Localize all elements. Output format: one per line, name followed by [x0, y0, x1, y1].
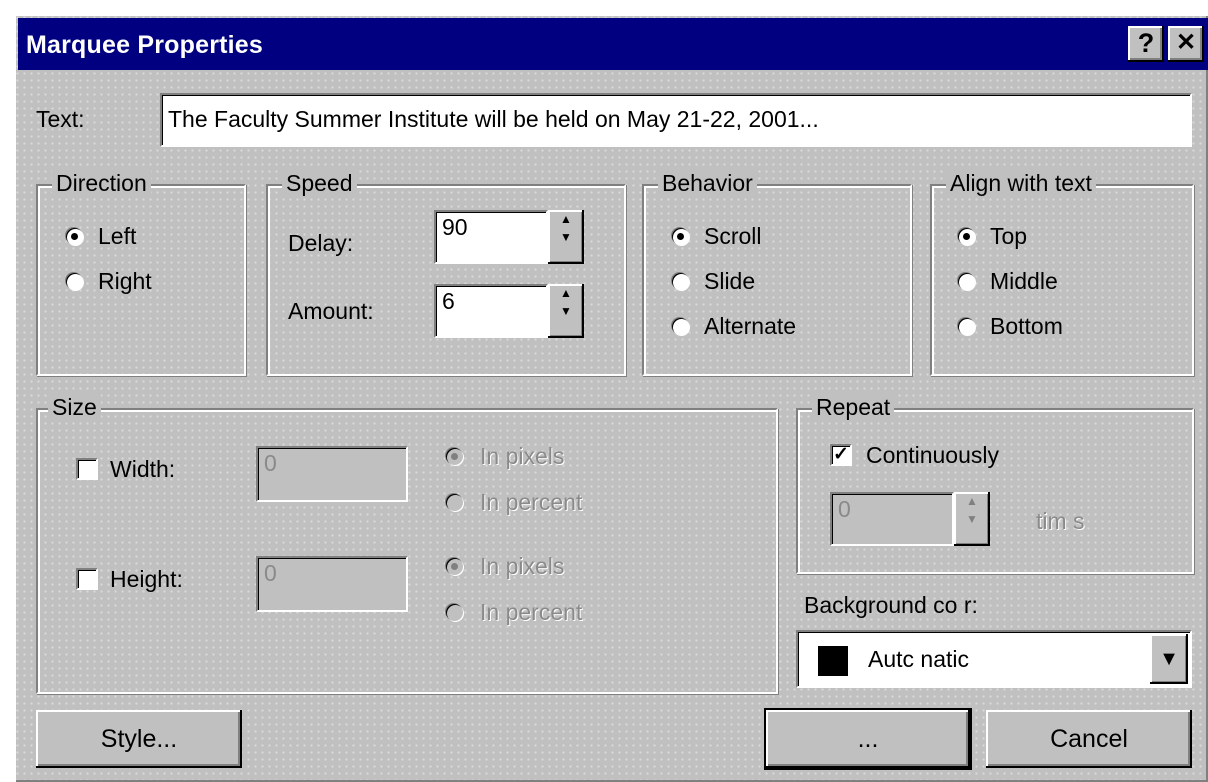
close-icon: ✕	[1175, 29, 1197, 56]
direction-legend: Direction	[52, 170, 151, 197]
align-top-label[interactable]: Top	[990, 223, 1027, 250]
size-legend: Size	[48, 394, 101, 421]
height-label[interactable]: Height:	[110, 566, 183, 593]
times-label: tim s	[1036, 508, 1085, 534]
repeat-group: Repeat	[796, 394, 1194, 574]
align-bottom-label[interactable]: Bottom	[990, 313, 1063, 340]
repeat-times-input[interactable]: 0	[830, 492, 954, 546]
behavior-slide-radio[interactable]	[672, 273, 689, 290]
spin-down-icon[interactable]: ▼	[548, 228, 584, 246]
help-icon: ?	[1137, 28, 1155, 58]
spin-up-icon[interactable]: ▲	[548, 210, 584, 228]
spin-down-icon[interactable]: ▼	[954, 510, 990, 528]
behavior-slide-label[interactable]: Slide	[704, 268, 755, 295]
speed-legend: Speed	[282, 170, 357, 197]
delay-spinner[interactable]: ▲ ▼	[548, 210, 584, 264]
width-percent-radio[interactable]	[446, 494, 463, 511]
continuously-checkbox[interactable]: ✓	[830, 444, 852, 466]
chevron-down-icon[interactable]: ▼	[1150, 634, 1188, 684]
align-top-radio[interactable]	[958, 228, 975, 245]
direction-left-label[interactable]: Left	[98, 223, 136, 250]
align-middle-radio[interactable]	[958, 273, 975, 290]
delay-label: Delay:	[288, 230, 354, 256]
background-color-label: Background co r:	[804, 592, 978, 618]
amount-label: Amount:	[288, 298, 374, 324]
spin-up-icon[interactable]: ▲	[548, 284, 584, 302]
spin-up-icon[interactable]: ▲	[954, 492, 990, 510]
height-percent-radio[interactable]	[446, 604, 463, 621]
marquee-text-input[interactable]: The Faculty Summer Institute will be hel…	[160, 93, 1192, 147]
behavior-alternate-label[interactable]: Alternate	[704, 313, 796, 340]
style-button[interactable]: Style...	[36, 710, 242, 768]
width-pixels-label[interactable]: In pixels	[480, 443, 564, 470]
behavior-scroll-label[interactable]: Scroll	[704, 223, 762, 250]
background-color-value: Autc natic	[868, 646, 969, 672]
width-checkbox[interactable]	[76, 458, 98, 480]
height-checkbox[interactable]	[76, 568, 98, 590]
repeat-times-spinner[interactable]: ▲ ▼	[954, 492, 990, 546]
height-pixels-label[interactable]: In pixels	[480, 553, 564, 580]
marquee-properties-dialog: Marquee Properties ? ✕ Text: The Faculty…	[14, 14, 1208, 782]
width-label[interactable]: Width:	[110, 456, 175, 483]
repeat-legend: Repeat	[812, 394, 895, 421]
width-pixels-radio[interactable]	[446, 448, 463, 465]
help-button[interactable]: ?	[1128, 26, 1164, 62]
amount-input[interactable]: 6	[434, 284, 548, 338]
behavior-alternate-radio[interactable]	[672, 318, 689, 335]
spin-down-icon[interactable]: ▼	[548, 302, 584, 320]
background-color-select[interactable]: Autc natic ▼	[796, 630, 1192, 688]
title-bar[interactable]: Marquee Properties ? ✕	[18, 18, 1208, 70]
align-middle-label[interactable]: Middle	[990, 268, 1058, 295]
ok-button[interactable]: ...	[766, 710, 970, 768]
height-pixels-radio[interactable]	[446, 558, 463, 575]
close-button[interactable]: ✕	[1168, 26, 1204, 62]
height-input[interactable]: 0	[256, 556, 408, 612]
direction-right-label[interactable]: Right	[98, 268, 152, 295]
amount-spinner[interactable]: ▲ ▼	[548, 284, 584, 338]
width-input[interactable]: 0	[256, 446, 408, 502]
cancel-button[interactable]: Cancel	[986, 710, 1192, 768]
align-legend: Align with text	[946, 170, 1096, 197]
direction-right-radio[interactable]	[66, 273, 83, 290]
width-percent-label[interactable]: In percent	[480, 489, 582, 516]
continuously-label[interactable]: Continuously	[866, 442, 999, 469]
height-percent-label[interactable]: In percent	[480, 599, 582, 626]
text-label: Text:	[36, 106, 85, 132]
dialog-title: Marquee Properties	[26, 31, 264, 59]
align-bottom-radio[interactable]	[958, 318, 975, 335]
delay-input[interactable]: 90	[434, 210, 548, 264]
behavior-legend: Behavior	[658, 170, 757, 197]
color-swatch	[818, 646, 848, 676]
behavior-scroll-radio[interactable]	[672, 228, 689, 245]
direction-left-radio[interactable]	[66, 228, 83, 245]
